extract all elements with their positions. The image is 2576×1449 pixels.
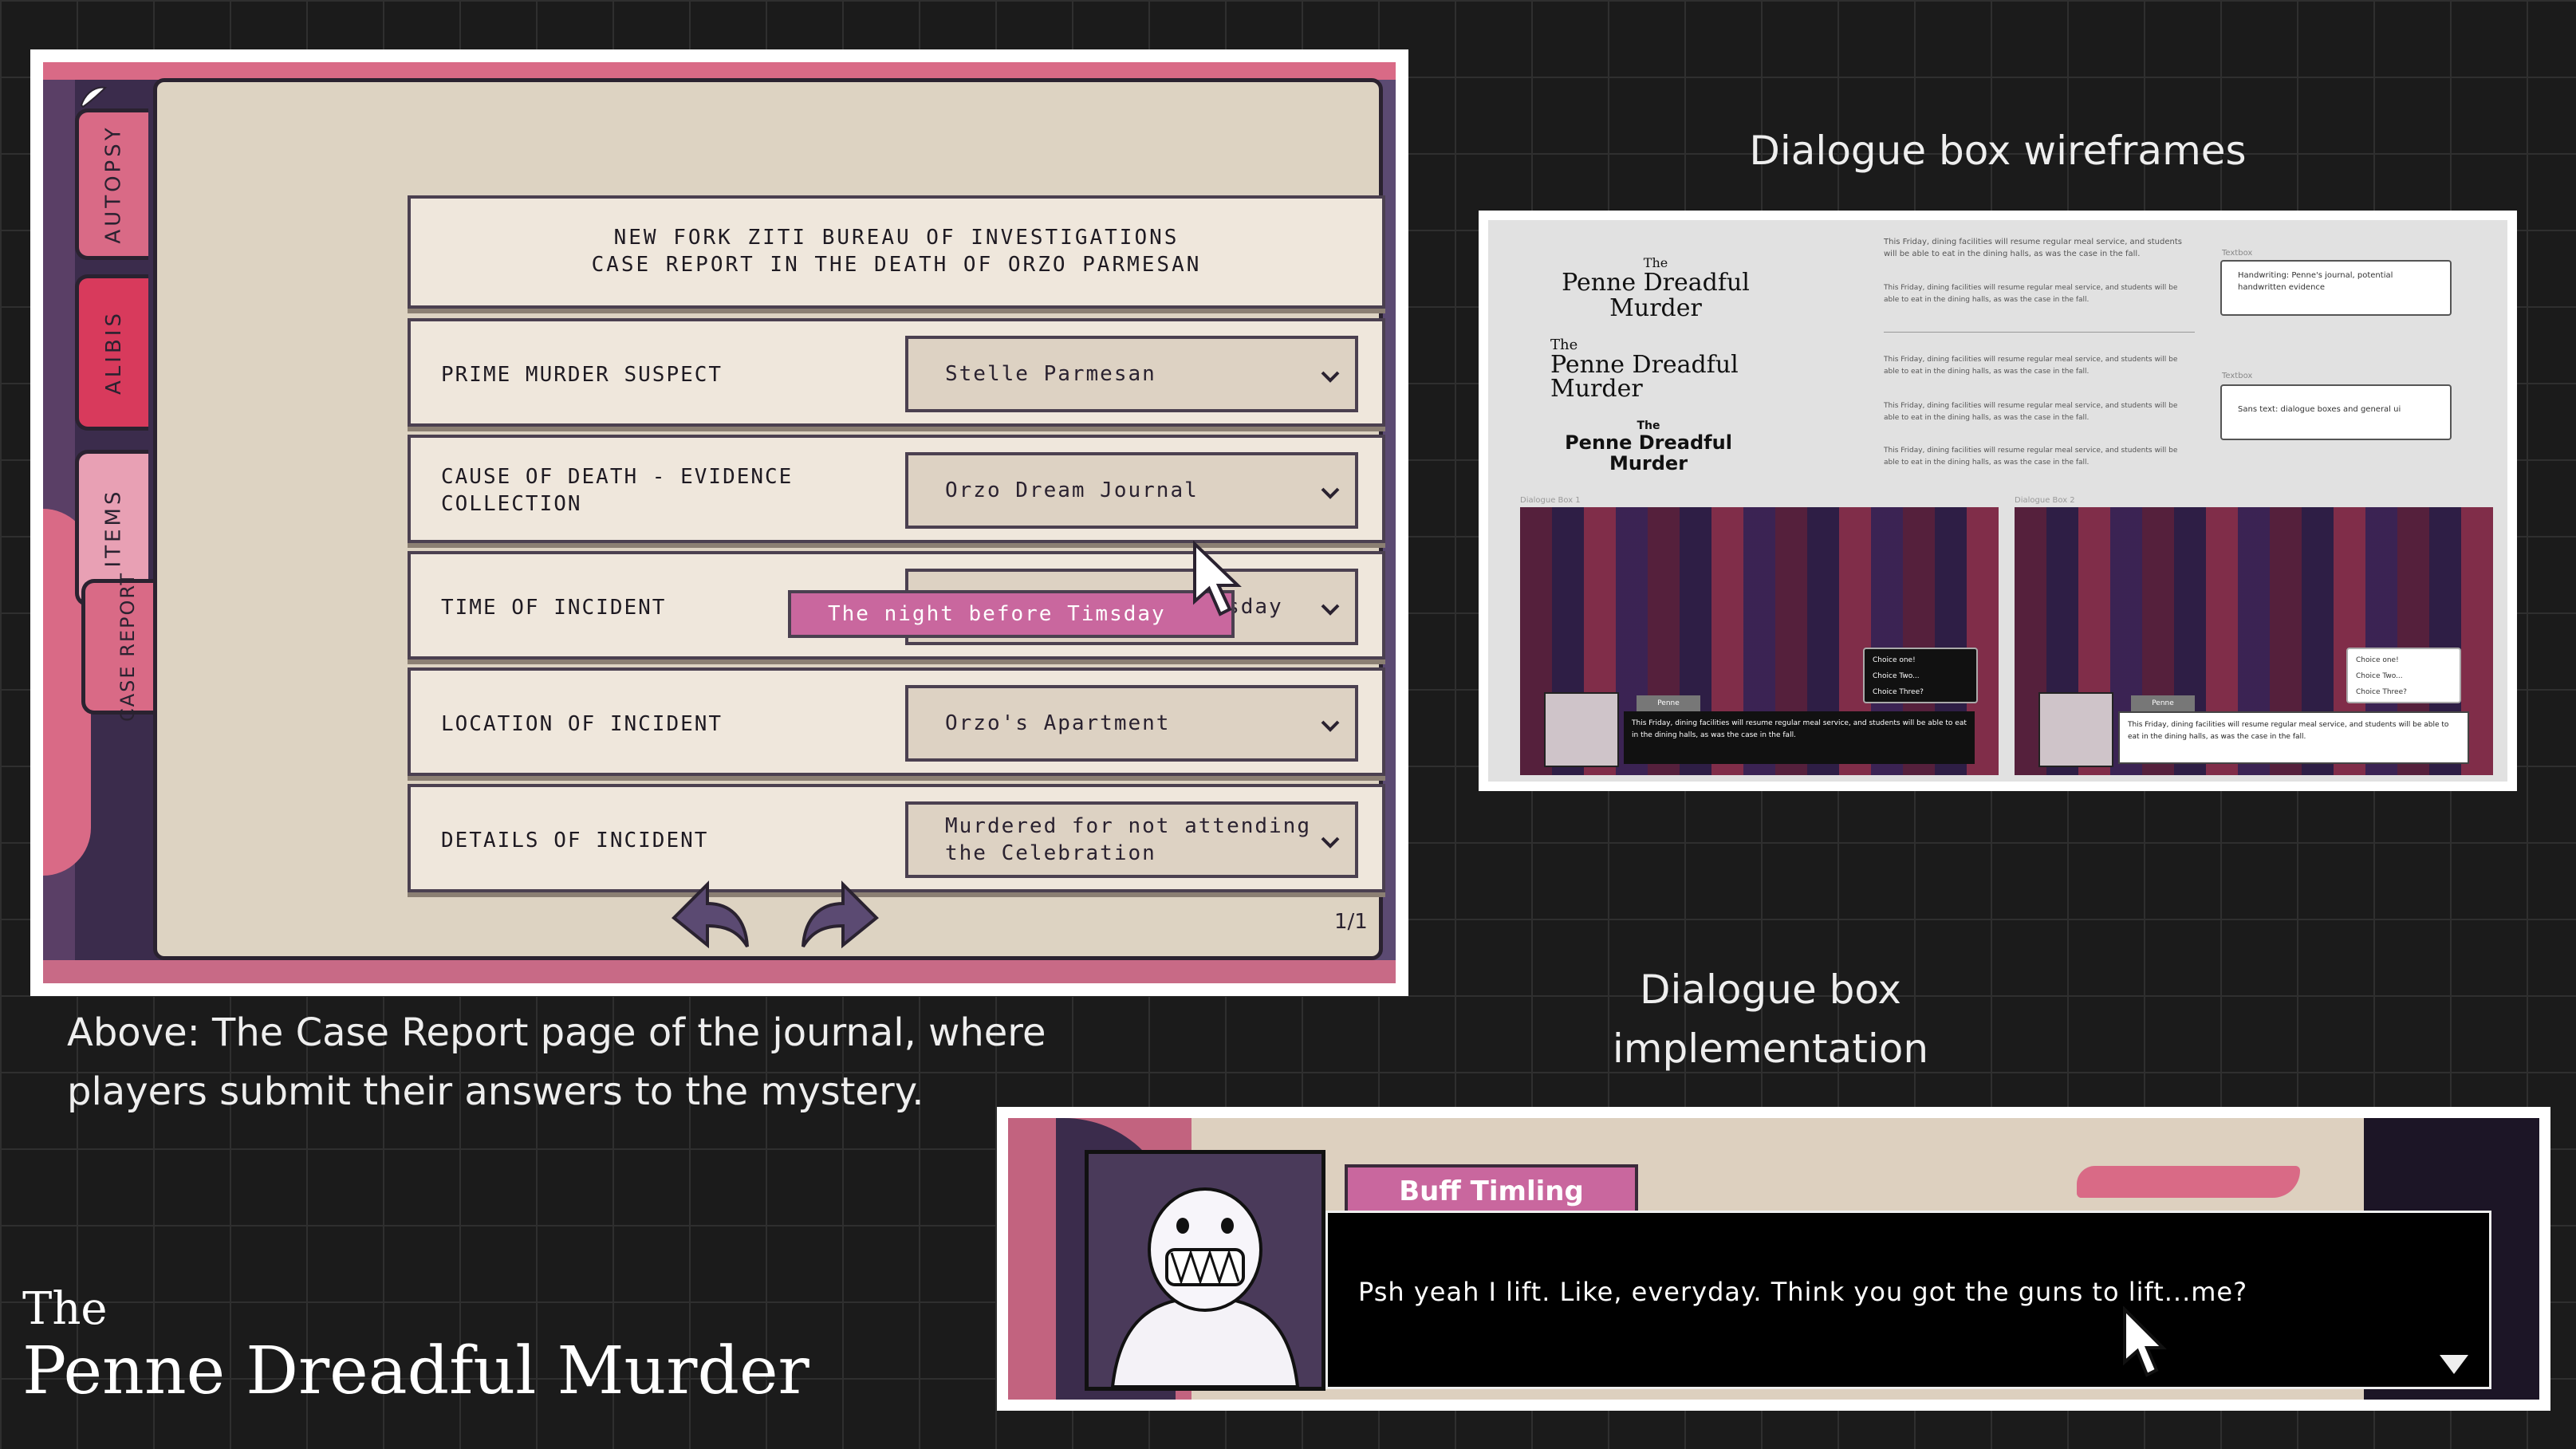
divider <box>1884 332 2195 333</box>
details-select[interactable]: Murdered for not attending the Celebrati… <box>905 801 1358 878</box>
textbox-label-2: Textbox <box>2222 372 2253 380</box>
mouse-cursor-icon <box>1193 541 1242 616</box>
dropdown-option-night-before-timsday[interactable]: The night before Timsday <box>788 590 1235 638</box>
case-report-page: NEW FORK ZITI BUREAU OF INVESTIGATIONS C… <box>153 78 1385 960</box>
dialogue-text: This Friday, dining facilities will resu… <box>1624 711 1975 764</box>
wireframes-title: Dialogue box wireframes <box>1749 128 2247 174</box>
sample-text-3: This Friday, dining facilities will resu… <box>1884 356 2178 376</box>
row-location-of-incident: LOCATION OF INCIDENT Orzo's Apartment <box>408 667 1385 776</box>
chevron-down-icon <box>1321 487 1340 499</box>
chevron-down-icon <box>1321 837 1340 849</box>
choice-item[interactable]: Choice Three? <box>1873 684 1968 700</box>
sample-text-4: This Friday, dining facilities will resu… <box>1884 402 2178 422</box>
game-title: The Penne Dreadful Murder <box>22 1286 809 1410</box>
row-cause-of-death: CAUSE OF DEATH - EVIDENCE COLLECTION Orz… <box>408 435 1385 543</box>
logo-variant-3: The Penne Dreadful Murder <box>1565 419 1732 474</box>
speaker-tag: Penne <box>1637 695 1700 711</box>
textbox-spec-handwriting: Handwriting: Penne's journal, potential … <box>2220 260 2452 316</box>
mouse-cursor-icon <box>2123 1306 2167 1377</box>
select-value: Murdered for not attending the Celebrati… <box>945 814 1311 865</box>
previous-page-arrow-icon[interactable] <box>668 880 750 951</box>
implementation-title: Dialogue box implementation <box>1612 967 1929 1072</box>
buff-timling-portrait <box>1085 1150 1325 1391</box>
row-label: CAUSE OF DEATH - EVIDENCE COLLECTION <box>441 465 794 516</box>
choice-item[interactable]: Choice one! <box>2356 652 2452 668</box>
row-prime-murder-suspect: PRIME MURDER SUSPECT Stelle Parmesan <box>408 318 1385 427</box>
bottom-art-strip <box>43 960 1396 983</box>
implementation-screenshot: Buff Timling Psh yeah I lift. Like, ever… <box>997 1107 2550 1411</box>
quill-icon <box>78 85 108 108</box>
dialogue-line: Psh yeah I lift. Like, everyday. Think y… <box>1358 1277 2248 1307</box>
next-page-arrow-icon[interactable] <box>800 880 883 951</box>
creature-art <box>2077 1166 2300 1198</box>
case-report-caption: Above: The Case Report page of the journ… <box>67 1010 1046 1114</box>
row-details-of-incident: DETAILS OF INCIDENT Murdered for not att… <box>408 784 1385 892</box>
journal-window: AUTOPSY ALIBIS ITEMS CASE REPORT NEW FOR… <box>43 62 1396 983</box>
dropdown-option-label: The night before Timsday <box>828 602 1166 626</box>
advance-triangle-icon[interactable] <box>2438 1353 2470 1376</box>
choice-item[interactable]: Choice Three? <box>2356 684 2452 700</box>
logo-variant-1: The Penne Dreadful Murder <box>1562 255 1750 322</box>
wireframe-canvas: The Penne Dreadful Murder The Penne Drea… <box>1488 220 2507 782</box>
dialogue-box-1-label: Dialogue Box 1 <box>1520 496 1581 505</box>
row-label: LOCATION OF INCIDENT <box>441 712 723 736</box>
sample-text-5: This Friday, dining facilities will resu… <box>1884 447 2178 467</box>
row-label: DETAILS OF INCIDENT <box>441 829 709 852</box>
chevron-down-icon <box>1321 371 1340 383</box>
game-scene: Buff Timling Psh yeah I lift. Like, ever… <box>1008 1118 2539 1400</box>
logo-variant-2: The Penne Dreadful Murder <box>1550 337 1739 403</box>
tab-autopsy[interactable]: AUTOPSY <box>75 108 148 260</box>
choice-menu: Choice one! Choice Two... Choice Three? <box>2346 648 2461 703</box>
choice-menu: Choice one! Choice Two... Choice Three? <box>1863 648 1978 703</box>
dialogue-box-2-label: Dialogue Box 2 <box>2015 496 2075 505</box>
case-report-screenshot: AUTOPSY ALIBIS ITEMS CASE REPORT NEW FOR… <box>30 49 1408 996</box>
game-title-the: The <box>22 1283 108 1335</box>
sample-text-1: This Friday, dining facilities will resu… <box>1884 238 2182 258</box>
wireframes-screenshot: The Penne Dreadful Murder The Penne Drea… <box>1479 211 2517 791</box>
report-header-line-1: NEW FORK ZITI BUREAU OF INVESTIGATIONS <box>613 226 1180 250</box>
portrait <box>2038 692 2113 767</box>
tab-alibis[interactable]: ALIBIS <box>75 274 148 431</box>
chevron-down-icon <box>1321 604 1340 616</box>
row-label: TIME OF INCIDENT <box>441 596 667 620</box>
row-label: PRIME MURDER SUSPECT <box>441 363 723 387</box>
top-art-strip <box>43 62 1396 80</box>
speaker-tag: Penne <box>2131 695 2195 711</box>
speaker-name: Buff Timling <box>1399 1175 1584 1207</box>
location-select[interactable]: Orzo's Apartment <box>905 685 1358 762</box>
choice-item[interactable]: Choice Two... <box>2356 668 2452 684</box>
cause-of-death-select[interactable]: Orzo Dream Journal <box>905 452 1358 529</box>
textbox-spec-sans: Sans text: dialogue boxes and general ui <box>2220 384 2452 440</box>
report-header-line-2: CASE REPORT IN THE DEATH OF ORZO PARMESA… <box>591 253 1202 277</box>
dialogue-box-1-scene: Choice one! Choice Two... Choice Three? … <box>1520 507 1999 775</box>
report-header: NEW FORK ZITI BUREAU OF INVESTIGATIONS C… <box>408 195 1385 309</box>
textbox-label-1: Textbox <box>2222 249 2253 258</box>
sample-text-2: This Friday, dining facilities will resu… <box>1884 284 2178 304</box>
choice-item[interactable]: Choice one! <box>1873 652 1968 668</box>
choice-item[interactable]: Choice Two... <box>1873 668 1968 684</box>
select-value: Stelle Parmesan <box>945 362 1156 386</box>
dialogue-box[interactable]: Psh yeah I lift. Like, everyday. Think y… <box>1325 1211 2491 1389</box>
suspect-select[interactable]: Stelle Parmesan <box>905 336 1358 412</box>
game-title-name: Penne Dreadful Murder <box>22 1333 809 1409</box>
portrait <box>1544 692 1619 767</box>
select-value: Orzo's Apartment <box>945 711 1171 735</box>
page-indicator: 1/1 <box>1334 910 1368 934</box>
select-value: Orzo Dream Journal <box>945 478 1199 502</box>
dialogue-text: This Friday, dining facilities will resu… <box>2118 711 2469 764</box>
chevron-down-icon <box>1321 720 1340 732</box>
dialogue-box-2-scene: Choice one! Choice Two... Choice Three? … <box>2015 507 2493 775</box>
buff-timling-character <box>1110 1187 1300 1388</box>
